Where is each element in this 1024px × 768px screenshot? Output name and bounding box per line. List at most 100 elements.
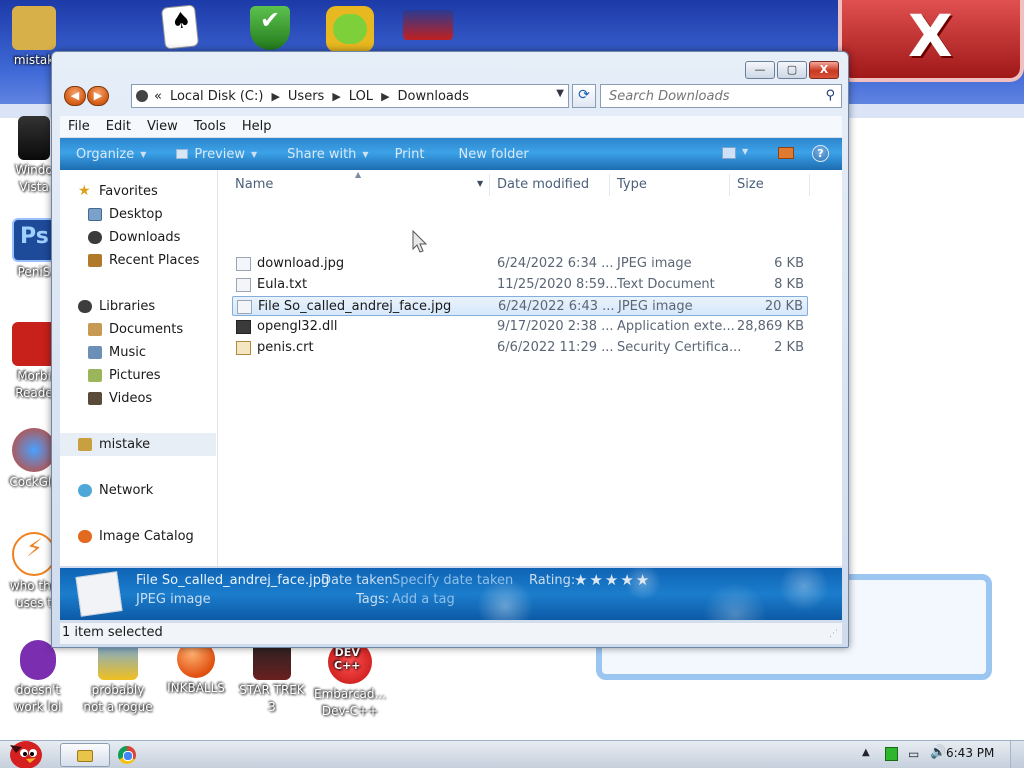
column-separator[interactable] [809, 174, 810, 196]
search-icon[interactable]: ⚲ [825, 88, 835, 103]
print-button[interactable]: Print [395, 147, 425, 162]
preview-pane-icon[interactable] [778, 147, 794, 159]
refresh-button[interactable]: ⟳ [572, 84, 596, 108]
tray-overflow-icon[interactable]: ▲ [862, 747, 870, 758]
nav-label: Pictures [109, 368, 161, 383]
chevron-down-icon[interactable]: ▼ [742, 147, 748, 156]
rating-star-icon[interactable]: ★ [636, 571, 649, 589]
search-box[interactable]: ⚲ [600, 84, 842, 108]
nav-recent-places[interactable]: Recent Places [88, 253, 199, 268]
chevron-down-icon: ▼ [362, 149, 369, 159]
desktop-icon-label: INKBALLS [167, 681, 225, 695]
desktop-icon-angry-birds[interactable] [320, 6, 380, 54]
desktop-icon-yahoo[interactable]: doesn't work lol [0, 640, 78, 716]
desktop-icon-star-trek[interactable]: STAR TREK 3 [232, 640, 312, 716]
file-type: Application exte... [617, 319, 735, 334]
nav-desktop[interactable]: Desktop [88, 207, 163, 222]
details-pane: File So_called_andrej_face.jpg JPEG imag… [60, 568, 842, 620]
rating-star-icon[interactable]: ★ [589, 571, 602, 589]
preview-button[interactable]: Preview ▼ [176, 147, 257, 162]
help-icon[interactable]: ? [812, 145, 829, 162]
rating-star-icon[interactable]: ★ [574, 571, 587, 589]
navigation-bar: ◀ ▶ « Local Disk (C:) ▶ Users ▶ LOL ▶ Do… [60, 82, 842, 110]
file-row-selected[interactable]: File So_called_andrej_face.jpg 6/24/2022… [232, 296, 808, 316]
breadcrumb-users[interactable]: Users [288, 89, 324, 104]
breadcrumb-downloads[interactable]: Downloads [398, 89, 469, 104]
nav-label: Favorites [99, 184, 158, 199]
organize-button[interactable]: Organize ▼ [76, 147, 146, 162]
breadcrumb-lol[interactable]: LOL [349, 89, 373, 104]
battery-icon[interactable] [885, 747, 898, 761]
rating-star-icon[interactable]: ★ [620, 571, 633, 589]
resize-grip-icon[interactable]: ⋰ [829, 629, 838, 639]
menu-help[interactable]: Help [234, 119, 280, 134]
desktop-icon-inkballs[interactable]: INKBALLS [156, 640, 236, 697]
breadcrumb-separator-icon[interactable]: ▶ [332, 90, 340, 103]
nav-downloads[interactable]: Downloads [88, 230, 180, 245]
nav-documents[interactable]: Documents [88, 322, 183, 337]
column-header-date-modified[interactable]: Date modified [497, 177, 589, 192]
chevron-down-icon[interactable]: ▼ [477, 179, 483, 188]
menu-tools[interactable]: Tools [186, 119, 234, 134]
rating-stars[interactable]: ★ ★ ★ ★ ★ [574, 571, 651, 589]
desktop-icon-game-logo[interactable] [398, 10, 458, 42]
column-separator[interactable] [489, 174, 490, 196]
file-row[interactable]: opengl32.dll 9/17/2020 2:38 ... Applicat… [232, 317, 808, 337]
volume-icon[interactable]: 🔊 [930, 745, 946, 760]
nav-label: Music [109, 345, 146, 360]
column-separator[interactable] [729, 174, 730, 196]
rating-star-icon[interactable]: ★ [605, 571, 618, 589]
new-folder-button[interactable]: New folder [458, 147, 528, 162]
share-with-button[interactable]: Share with ▼ [287, 147, 368, 162]
status-text: 1 item selected [62, 625, 163, 640]
breadcrumb-separator-icon[interactable]: ▶ [271, 90, 279, 103]
nav-mistake[interactable]: mistake [78, 437, 150, 452]
taskbar-explorer-button[interactable] [60, 743, 110, 767]
menu-file[interactable]: File [60, 119, 98, 134]
desktop-icon-rogue[interactable]: probably not a rogue [78, 640, 158, 716]
forward-button[interactable]: ▶ [87, 86, 109, 106]
close-button[interactable]: X [809, 61, 839, 79]
start-button[interactable] [2, 731, 46, 768]
show-desktop-button[interactable] [1010, 741, 1024, 768]
address-dropdown-icon[interactable]: ▼ [556, 88, 564, 99]
maximize-button[interactable]: ▢ [777, 61, 807, 79]
taskbar-chrome-icon[interactable] [118, 746, 136, 764]
network-tray-icon[interactable]: ▭ [908, 747, 919, 761]
details-tags-field[interactable]: Add a tag [392, 592, 455, 607]
file-row[interactable]: download.jpg 6/24/2022 6:34 ... JPEG ima… [232, 254, 808, 274]
file-row[interactable]: Eula.txt 11/25/2020 8:59... Text Documen… [232, 275, 808, 295]
network-icon [78, 484, 92, 497]
details-date-field[interactable]: Specify date taken [392, 573, 513, 588]
nav-network[interactable]: Network [78, 483, 153, 498]
desktop-icon-dev-cpp[interactable]: DEV C++ Embarcad... Dev-C++ [310, 640, 390, 720]
desktop-icon-solitaire[interactable]: ♠ [150, 4, 210, 50]
nav-videos[interactable]: Videos [88, 391, 152, 406]
minimize-button[interactable]: — [745, 61, 775, 79]
file-row[interactable]: penis.crt 6/6/2022 11:29 ... Security Ce… [232, 338, 808, 358]
nav-image-catalog[interactable]: Image Catalog [78, 529, 194, 544]
search-input[interactable] [609, 86, 819, 106]
column-header-size[interactable]: Size [737, 177, 764, 192]
nav-label: Libraries [99, 299, 156, 314]
desktop-icon-label: Embarcad... Dev-C++ [314, 687, 386, 718]
nav-libraries[interactable]: Libraries [78, 299, 155, 314]
preview-icon [176, 149, 189, 159]
sort-ascending-icon: ▲ [355, 170, 362, 179]
change-view-icon[interactable] [722, 147, 736, 159]
menu-view[interactable]: View [139, 119, 186, 134]
column-header-name[interactable]: Name [235, 177, 273, 192]
breadcrumb-local-disk[interactable]: Local Disk (C:) [170, 89, 263, 104]
column-separator[interactable] [609, 174, 610, 196]
nav-favorites[interactable]: ★ Favorites [78, 184, 158, 199]
nav-music[interactable]: Music [88, 345, 146, 360]
column-header-type[interactable]: Type [617, 177, 647, 192]
address-bar[interactable]: « Local Disk (C:) ▶ Users ▶ LOL ▶ Downlo… [131, 84, 569, 108]
taskbar-clock[interactable]: 6:43 PM [946, 746, 994, 760]
menu-edit[interactable]: Edit [98, 119, 139, 134]
breadcrumb-separator-icon[interactable]: ▶ [381, 90, 389, 103]
nav-pictures[interactable]: Pictures [88, 368, 160, 383]
back-button[interactable]: ◀ [64, 86, 86, 106]
desktop-icon-security[interactable]: ✔ [240, 6, 300, 52]
breadcrumb-overflow[interactable]: « [154, 89, 162, 104]
